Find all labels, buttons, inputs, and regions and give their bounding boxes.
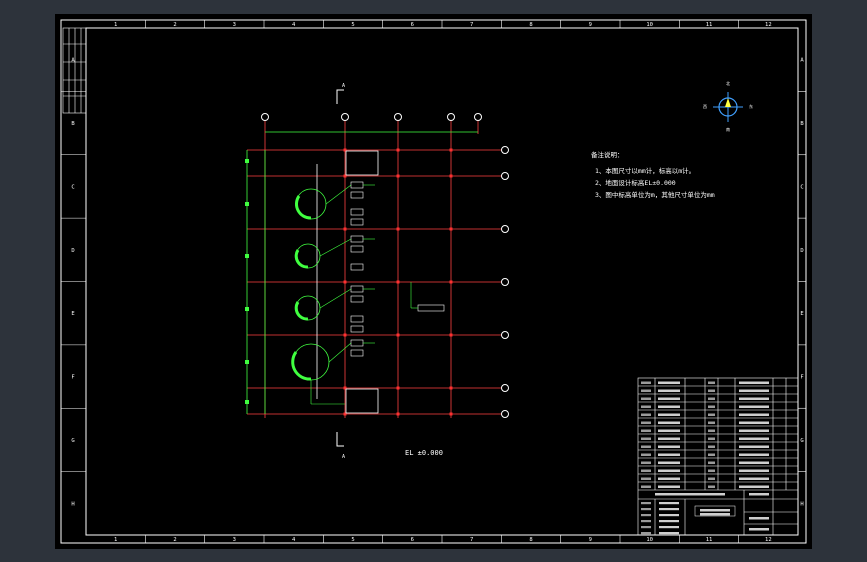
notes-block: 备注说明： 1、本图尺寸以mm计，标高以m计。 2、地面设计标高EL±0.000… xyxy=(591,150,715,199)
column-marker-top: 5 xyxy=(351,22,354,28)
outer-frame xyxy=(60,19,807,544)
column-marker-top: 7 xyxy=(470,22,473,28)
column-marker-bottom: 2 xyxy=(173,537,176,543)
row-marker-right: G xyxy=(800,438,803,444)
east-label: 东 xyxy=(749,103,753,109)
row-marker-left: G xyxy=(71,438,74,444)
section-mark-top: A xyxy=(336,83,345,104)
section-mark-bottom: A xyxy=(336,432,345,460)
column-marker-bottom: 11 xyxy=(706,537,713,543)
note-line-3: 3、图中标高单位为m，其他尺寸单位为mm xyxy=(595,190,715,199)
elevation-label: EL ±0.000 xyxy=(405,449,443,457)
row-marker-right: B xyxy=(800,121,804,127)
note-line-1: 1、本图尺寸以mm计，标高以m计。 xyxy=(595,166,695,175)
column-marker-top: 9 xyxy=(589,22,592,28)
south-label: 南 xyxy=(726,126,730,132)
column-marker-bottom: 12 xyxy=(765,537,772,543)
column-marker-top: 11 xyxy=(706,22,713,28)
row-marker-right: C xyxy=(800,184,803,190)
column-marker-top: 10 xyxy=(646,22,653,28)
row-marker-right: F xyxy=(800,375,803,381)
row-marker-left: F xyxy=(71,375,74,381)
column-marker-bottom: 8 xyxy=(529,537,532,543)
section-label-top: A xyxy=(342,83,345,89)
column-marker-bottom: 1 xyxy=(114,537,117,543)
column-marker-bottom: 6 xyxy=(411,537,414,543)
column-marker-top: 8 xyxy=(529,22,532,28)
column-marker-top: 6 xyxy=(411,22,414,28)
column-marker-bottom: 9 xyxy=(589,537,592,543)
inner-frame xyxy=(85,27,799,536)
column-marker-top: 4 xyxy=(292,22,296,28)
column-marker-top: 12 xyxy=(765,22,772,28)
row-marker-left: B xyxy=(71,121,75,127)
binding-strip xyxy=(62,27,87,114)
row-marker-right: A xyxy=(800,58,804,64)
column-marker-top: 2 xyxy=(173,22,176,28)
row-marker-right: H xyxy=(800,501,803,507)
column-marker-bottom: 7 xyxy=(470,537,473,543)
cad-drawing: 112233445566778899101011111212A AB BC CD DE E… xyxy=(60,19,807,544)
column-marker-bottom: 4 xyxy=(292,537,296,543)
section-label-bottom: A xyxy=(342,454,345,460)
column-marker-top: 1 xyxy=(114,22,117,28)
north-arrow-icon: 北 南 西 东 xyxy=(703,80,753,132)
zone-markers: 112233445566778899101011111212A AB BC CD DE E… xyxy=(61,20,806,543)
row-marker-right: D xyxy=(800,248,803,254)
row-marker-left: D xyxy=(71,248,74,254)
notes-title: 备注说明： xyxy=(591,150,624,159)
note-line-2: 2、地面设计标高EL±0.000 xyxy=(595,178,676,187)
row-marker-left: C xyxy=(71,184,74,190)
row-marker-right: E xyxy=(800,311,803,317)
column-marker-bottom: 3 xyxy=(233,537,236,543)
column-marker-top: 3 xyxy=(233,22,236,28)
row-marker-left: E xyxy=(71,311,74,317)
column-marker-bottom: 5 xyxy=(351,537,354,543)
west-label: 西 xyxy=(703,104,707,109)
column-marker-bottom: 10 xyxy=(646,537,653,543)
row-marker-left: H xyxy=(71,501,74,507)
drawing-sheet: 1 1 2 2 3 3 4 4 5 5 6 6 7 7 8 8 9 9 10 10 11 11 12 12 A A B B C C D D E E… xyxy=(55,14,812,549)
north-label: 北 xyxy=(726,80,730,86)
